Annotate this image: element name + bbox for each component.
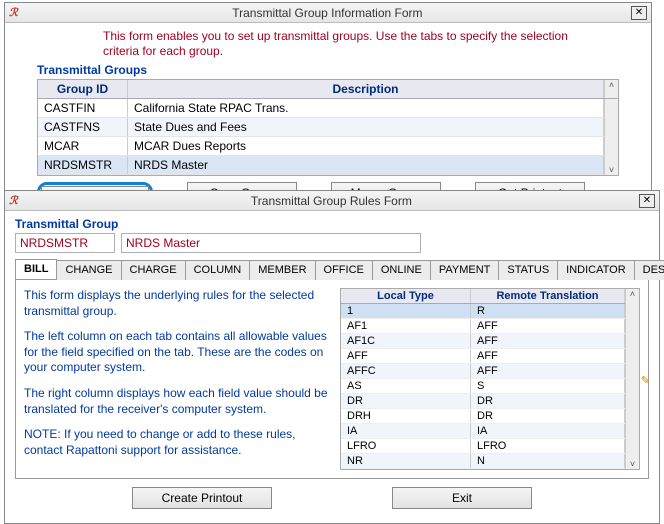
intro-text: This form enables you to set up transmit… (103, 29, 603, 59)
cell-local: AF1 (341, 319, 471, 333)
cell-remote: AFF (471, 364, 625, 378)
app-icon: ℛ (9, 194, 18, 207)
tg-desc-field[interactable]: NRDS Master (121, 233, 421, 253)
cell-local: AFF (341, 349, 471, 363)
cell-remote: AFF (471, 334, 625, 348)
tab-charge[interactable]: CHARGE (121, 260, 186, 280)
cell-local: AF1C (341, 334, 471, 348)
rules-p4: NOTE: If you need to change or add to th… (24, 427, 330, 458)
scroll-down-icon[interactable]: ˅ (630, 459, 635, 469)
cell-remote: DR (471, 394, 625, 408)
scroll-up-icon[interactable]: ˄ (604, 80, 618, 98)
cell-local: DRH (341, 409, 471, 423)
cell-local: IA (341, 424, 471, 438)
col-local-type: Local Type (341, 289, 471, 303)
cell-remote: LFRO (471, 439, 625, 453)
tab-office[interactable]: OFFICE (315, 260, 373, 280)
rules-window: ℛ Transmittal Group Rules Form ✕ Transmi… (4, 190, 660, 524)
groups-table: Group ID Description ˄ CASTFINCalifornia… (37, 79, 619, 176)
cell-local: AFFC (341, 364, 471, 378)
tab-change[interactable]: CHANGE (56, 260, 121, 280)
cell-description: California State RPAC Trans. (128, 99, 604, 117)
table-row[interactable]: DRDR (341, 394, 625, 409)
rules-p1: This form displays the underlying rules … (24, 288, 330, 319)
cell-description: NRDS Master (128, 156, 604, 174)
tab-member[interactable]: MEMBER (249, 260, 315, 280)
cell-group-id: MCAR (38, 137, 128, 155)
app-icon: ℛ (9, 6, 18, 19)
cell-local: DR (341, 394, 471, 408)
col-group-id: Group ID (38, 80, 128, 98)
table-row[interactable]: LFROLFRO (341, 439, 625, 454)
cell-description: MCAR Dues Reports (128, 137, 604, 155)
create-printout-button[interactable]: Create Printout (132, 487, 272, 509)
col-description: Description (128, 80, 604, 98)
scroll-down-icon[interactable]: ˅ (609, 165, 614, 175)
tg-id-field[interactable]: NRDSMSTR (15, 233, 115, 253)
groups-scrollbar[interactable]: ˅ (604, 99, 618, 175)
table-row[interactable]: CASTFNSState Dues and Fees (38, 118, 604, 137)
cell-remote: N (471, 454, 625, 468)
cell-remote: S (471, 379, 625, 393)
tab-online[interactable]: ONLINE (372, 260, 431, 280)
table-row[interactable]: IAIA (341, 424, 625, 439)
table-row[interactable]: AF1CAFF (341, 334, 625, 349)
table-row[interactable]: NRDSMSTRNRDS Master (38, 156, 604, 175)
table-row[interactable]: 1R (341, 304, 625, 319)
cell-local: NR (341, 454, 471, 468)
close-icon[interactable]: ✕ (631, 6, 647, 20)
table-row[interactable]: MCARMCAR Dues Reports (38, 137, 604, 156)
rules-p2: The left column on each tab contains all… (24, 329, 330, 376)
groups-label: Transmittal Groups (37, 63, 643, 77)
tab-status[interactable]: STATUS (498, 260, 558, 280)
info-title: Transmittal Group Information Form (24, 6, 631, 20)
table-row[interactable]: ASS (341, 379, 625, 394)
cell-remote: DR (471, 409, 625, 423)
cell-group-id: CASTFIN (38, 99, 128, 117)
tab-column[interactable]: COLUMN (185, 260, 251, 280)
tab-desigs[interactable]: DESIGS (634, 260, 664, 280)
cell-remote: IA (471, 424, 625, 438)
rules-scrollbar[interactable]: ˄ ˅ (625, 289, 639, 469)
edit-pencil-icon[interactable]: ✎ (641, 374, 650, 387)
cell-group-id: CASTFNS (38, 118, 128, 136)
table-row[interactable]: DRHDR (341, 409, 625, 424)
cell-remote: AFF (471, 349, 625, 363)
cell-local: LFRO (341, 439, 471, 453)
rules-titlebar: ℛ Transmittal Group Rules Form ✕ (5, 191, 659, 211)
table-row[interactable]: CASTFINCalifornia State RPAC Trans. (38, 99, 604, 118)
cell-remote: R (471, 304, 625, 318)
exit-button[interactable]: Exit (392, 487, 532, 509)
col-remote-translation: Remote Translation (471, 289, 625, 303)
table-row[interactable]: AF1AFF (341, 319, 625, 334)
rules-title: Transmittal Group Rules Form (24, 194, 639, 208)
tg-label: Transmittal Group (15, 217, 655, 231)
close-icon[interactable]: ✕ (639, 194, 655, 208)
rules-p3: The right column displays how each field… (24, 386, 330, 417)
cell-local: AS (341, 379, 471, 393)
tab-bill[interactable]: BILL (15, 259, 57, 279)
cell-remote: AFF (471, 319, 625, 333)
cell-description: State Dues and Fees (128, 118, 604, 136)
rules-table: Local Type Remote Translation 1RAF1AFFAF… (340, 288, 640, 470)
table-row[interactable]: AFFAFF (341, 349, 625, 364)
table-row[interactable]: NRN (341, 454, 625, 469)
tab-indicator[interactable]: INDICATOR (557, 260, 635, 280)
tab-payment[interactable]: PAYMENT (430, 260, 500, 280)
cell-group-id: NRDSMSTR (38, 156, 128, 174)
rules-description: This form displays the underlying rules … (24, 288, 330, 470)
cell-local: 1 (341, 304, 471, 318)
info-titlebar: ℛ Transmittal Group Information Form ✕ (5, 3, 651, 23)
scroll-up-icon[interactable]: ˄ (630, 289, 635, 299)
table-row[interactable]: AFFCAFF (341, 364, 625, 379)
